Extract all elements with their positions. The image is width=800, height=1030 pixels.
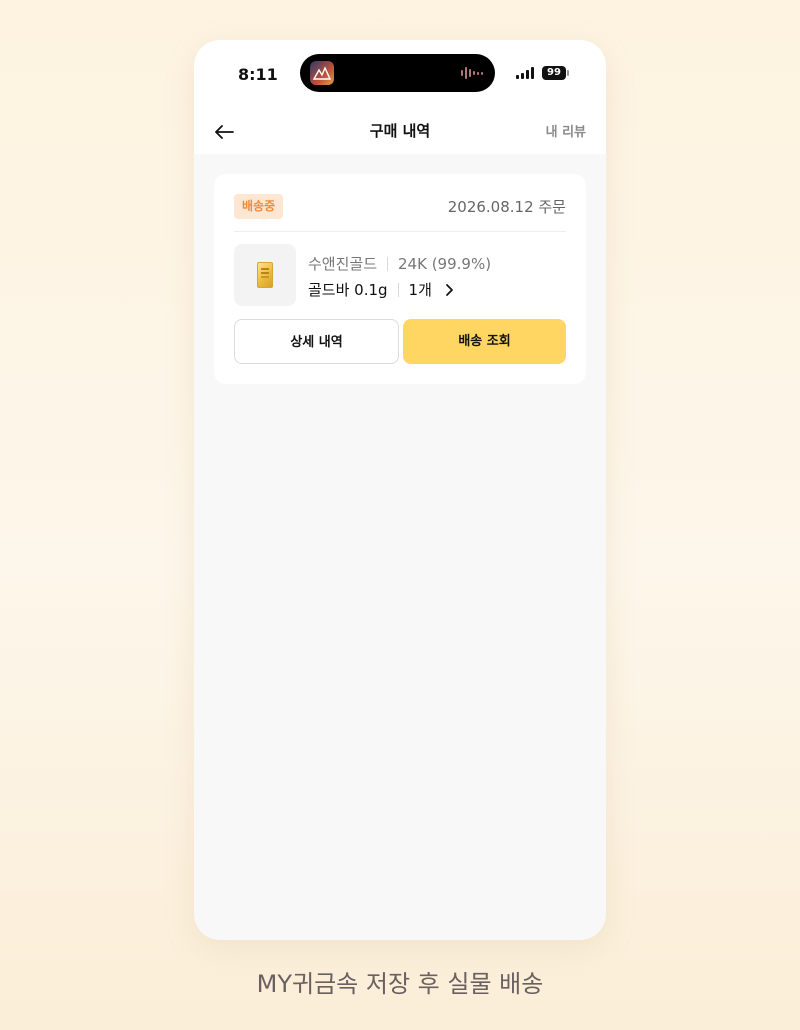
product-purity: 24K (99.9%): [398, 254, 492, 273]
order-date: 2026.08.12 주문: [447, 198, 566, 216]
track-delivery-button[interactable]: 배송 조회: [403, 319, 566, 364]
gold-bar-thumbnail: [257, 262, 273, 288]
product-quantity: 1개: [408, 281, 432, 299]
order-card: 배송중 2026.08.12 주문 수앤진골드 24K (99.9%) 골드바 …: [214, 174, 586, 384]
battery-cap: [567, 70, 569, 76]
separator: [387, 256, 389, 271]
status-time: 8:11: [238, 65, 278, 84]
product-name-row[interactable]: 골드바 0.1g 1개: [308, 279, 454, 300]
product-name: 골드바 0.1g: [308, 281, 388, 299]
dynamic-island: [300, 54, 495, 92]
nav-bar: 구매 내역 내 리뷰: [194, 110, 606, 154]
product-thumbnail: [234, 244, 296, 306]
my-reviews-link[interactable]: 내 리뷰: [546, 121, 586, 140]
now-playing-app-icon: [310, 61, 334, 85]
status-bar: 8:11 99: [194, 40, 606, 110]
signal-icon: [516, 67, 534, 79]
divider: [234, 231, 566, 232]
product-meta: 수앤진골드 24K (99.9%): [308, 253, 491, 274]
product-brand: 수앤진골드: [308, 255, 378, 273]
chevron-right-icon: [445, 283, 453, 296]
battery-icon: 99: [542, 66, 566, 80]
separator: [397, 282, 399, 297]
status-badge: 배송중: [234, 194, 284, 219]
page-title: 구매 내역: [369, 122, 431, 140]
order-detail-button[interactable]: 상세 내역: [234, 319, 399, 364]
promo-caption: MY귀금속 저장 후 실물 배송: [256, 970, 544, 998]
audio-wave-icon: [461, 66, 483, 80]
phone-frame: 8:11 99 구매 내역 내 리뷰 배송중 2026.08.12 주문 수앤진…: [194, 40, 606, 940]
